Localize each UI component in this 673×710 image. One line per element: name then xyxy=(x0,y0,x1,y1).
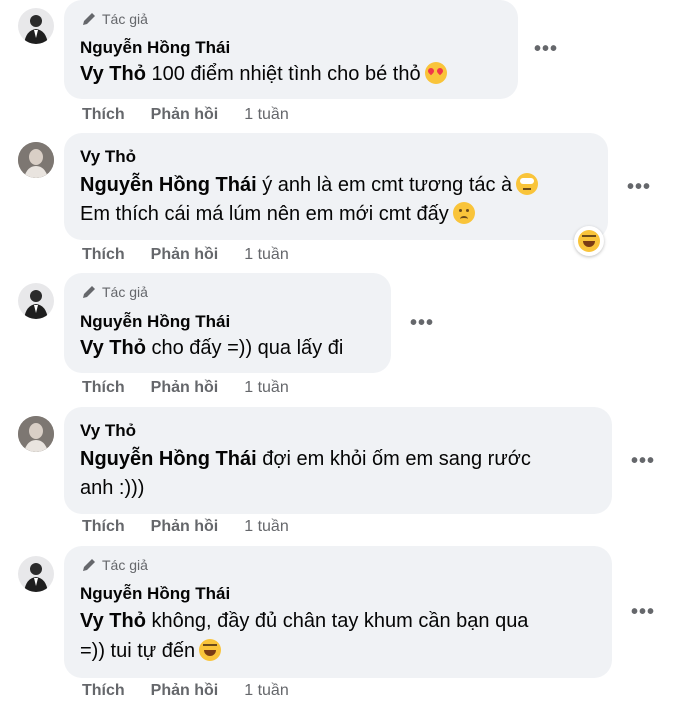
comment-author[interactable]: Vy Thỏ xyxy=(80,421,136,441)
avatar[interactable] xyxy=(18,416,54,452)
author-badge: Tác giả xyxy=(80,556,148,574)
comment-text-line2: Em thích cái má lúm nên em mới cmt đấy xyxy=(80,199,475,229)
timestamp[interactable]: 1 tuần xyxy=(244,682,288,700)
pencil-icon xyxy=(83,286,95,298)
timestamp[interactable]: 1 tuần xyxy=(244,246,288,264)
reply-button[interactable]: Phản hồi xyxy=(151,518,219,536)
comment-body: cho đấy =)) qua lấy đi xyxy=(151,337,344,359)
badge-label: Tác giả xyxy=(102,557,148,573)
like-button[interactable]: Thích xyxy=(82,106,125,124)
avatar-photo xyxy=(18,142,54,178)
comment-body: đợi em khỏi ốm em sang rước xyxy=(262,448,531,470)
more-options-icon[interactable]: ••• xyxy=(631,450,655,473)
comment-author[interactable]: Vy Thỏ xyxy=(80,147,136,167)
avatar-photo xyxy=(24,290,48,319)
face-with-rolling-eyes-icon xyxy=(516,173,539,195)
badge-label: Tác giả xyxy=(102,11,148,27)
like-button[interactable]: Thích xyxy=(82,246,125,264)
avatar-photo xyxy=(24,563,48,592)
comment-bubble: Tác giả Nguyễn Hồng Thái Vy Thỏ không, đ… xyxy=(64,546,612,678)
more-options-icon[interactable]: ••• xyxy=(631,601,655,624)
comment-actions: Thích Phản hồi 1 tuần xyxy=(82,246,289,264)
mention[interactable]: Vy Thỏ xyxy=(80,610,146,632)
comment-bubble: Tác giả Nguyễn Hồng Thái Vy Thỏ cho đấy … xyxy=(64,273,391,373)
more-options-icon[interactable]: ••• xyxy=(534,38,558,61)
comment-author[interactable]: Nguyễn Hồng Thái xyxy=(80,584,230,604)
comment-author[interactable]: Nguyễn Hồng Thái xyxy=(80,38,230,58)
pencil-icon xyxy=(83,559,95,571)
reply-button[interactable]: Phản hồi xyxy=(151,379,219,397)
reply-button[interactable]: Phản hồi xyxy=(151,246,219,264)
mention[interactable]: Nguyễn Hồng Thái xyxy=(80,448,257,470)
comment-actions: Thích Phản hồi 1 tuần xyxy=(82,379,289,397)
like-button[interactable]: Thích xyxy=(82,682,125,700)
mention[interactable]: Vy Thỏ xyxy=(80,337,146,359)
comment-body: =)) tui tự đến xyxy=(80,640,196,662)
timestamp[interactable]: 1 tuần xyxy=(244,379,288,397)
smiling-face-with-hearts-icon xyxy=(424,62,447,84)
badge-label: Tác giả xyxy=(102,284,148,300)
comment-bubble: Tác giả Nguyễn Hồng Thái Vy Thỏ 100 điểm… xyxy=(64,0,518,99)
comment-text-line2: anh :))) xyxy=(80,473,144,503)
timestamp[interactable]: 1 tuần xyxy=(244,106,288,124)
avatar[interactable] xyxy=(18,556,54,592)
avatar-photo xyxy=(18,416,54,452)
pencil-icon xyxy=(83,13,95,25)
comment-body: ý anh là em cmt tương tác à xyxy=(262,174,513,196)
comment-text: Nguyễn Hồng Thái đợi em khỏi ốm em sang … xyxy=(80,444,531,474)
avatar[interactable] xyxy=(18,283,54,319)
mention[interactable]: Vy Thỏ xyxy=(80,63,146,85)
comment-actions: Thích Phản hồi 1 tuần xyxy=(82,518,289,536)
reply-button[interactable]: Phản hồi xyxy=(151,106,219,124)
more-options-icon[interactable]: ••• xyxy=(627,176,651,199)
confused-face-icon xyxy=(452,202,475,224)
comment-bubble: Vy Thỏ Nguyễn Hồng Thái ý anh là em cmt … xyxy=(64,133,608,240)
like-button[interactable]: Thích xyxy=(82,379,125,397)
comment-body: 100 điểm nhiệt tình cho bé thỏ xyxy=(151,63,421,85)
comment-actions: Thích Phản hồi 1 tuần xyxy=(82,682,289,700)
comment-actions: Thích Phản hồi 1 tuần xyxy=(82,106,289,124)
comment-text: Nguyễn Hồng Thái ý anh là em cmt tương t… xyxy=(80,170,539,200)
comment-text: Vy Thỏ 100 điểm nhiệt tình cho bé thỏ xyxy=(80,59,447,89)
author-badge: Tác giả xyxy=(80,283,148,301)
avatar[interactable] xyxy=(18,142,54,178)
laughing-face-icon xyxy=(578,230,600,252)
comment-bubble: Vy Thỏ Nguyễn Hồng Thái đợi em khỏi ốm e… xyxy=(64,407,612,514)
timestamp[interactable]: 1 tuần xyxy=(244,518,288,536)
comment-author[interactable]: Nguyễn Hồng Thái xyxy=(80,312,230,332)
mention[interactable]: Nguyễn Hồng Thái xyxy=(80,174,257,196)
comment-text: Vy Thỏ cho đấy =)) qua lấy đi xyxy=(80,333,343,363)
comment-text: Vy Thỏ không, đầy đủ chân tay khum cần b… xyxy=(80,606,528,636)
like-button[interactable]: Thích xyxy=(82,518,125,536)
comment-body: anh :))) xyxy=(80,477,145,499)
comment-body: không, đầy đủ chân tay khum cần bạn qua xyxy=(151,610,529,632)
more-options-icon[interactable]: ••• xyxy=(410,312,434,335)
avatar[interactable] xyxy=(18,8,54,44)
reaction-badge[interactable] xyxy=(574,226,604,256)
comment-text-line2: =)) tui tự đến xyxy=(80,636,222,666)
comment-body: Em thích cái má lúm nên em mới cmt đấy xyxy=(80,203,449,225)
grinning-squinting-face-icon xyxy=(199,639,222,661)
avatar-photo xyxy=(24,15,48,44)
reply-button[interactable]: Phản hồi xyxy=(151,682,219,700)
author-badge: Tác giả xyxy=(80,10,148,28)
